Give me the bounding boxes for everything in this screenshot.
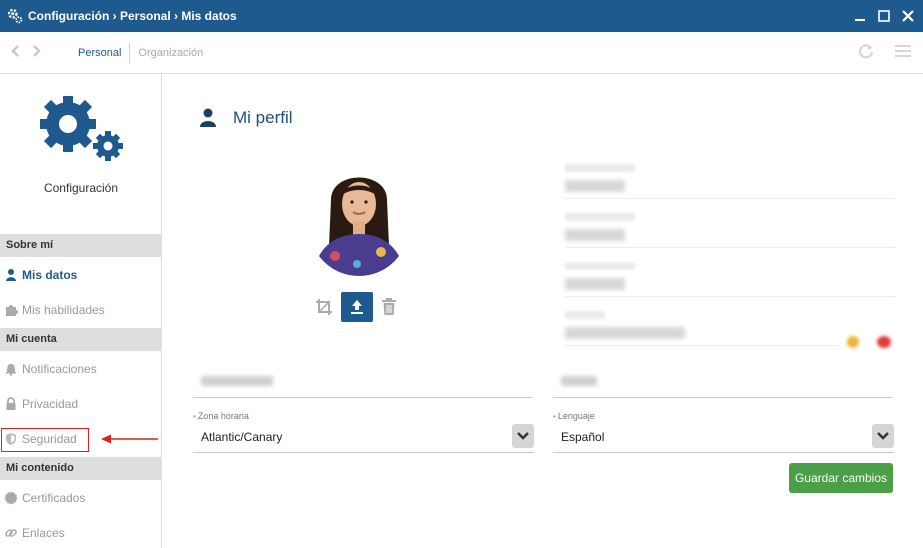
sidebar-item-privacidad[interactable]: Privacidad [0, 389, 162, 419]
user-icon [4, 268, 18, 282]
sidebar: Configuración Sobre mí Mis datos Mis hab… [0, 74, 162, 548]
window-title: Configuración › Personal › Mis datos [28, 9, 237, 23]
lock-icon [4, 397, 18, 411]
status-dot-icon [847, 336, 859, 348]
highlight-box [1, 428, 89, 452]
minimize-icon[interactable] [853, 9, 867, 23]
timezone-select[interactable]: • Zona horaria Atlantic/Canary [193, 411, 534, 453]
sidebar-item-mis-habilidades[interactable]: Mis habilidades [0, 295, 162, 325]
sidebar-item-mis-datos[interactable]: Mis datos [0, 260, 162, 290]
field-underline [565, 345, 840, 346]
back-arrow-icon[interactable] [10, 44, 20, 61]
red-arrow-icon [101, 434, 158, 444]
field-underline [565, 296, 895, 297]
status-dot-icon [877, 336, 891, 348]
maximize-icon[interactable] [877, 9, 891, 23]
field-label [565, 213, 635, 221]
language-label: • Lenguaje [553, 411, 595, 421]
field-underline [565, 247, 895, 248]
field-underline [565, 198, 895, 199]
redacted-placeholder [561, 376, 597, 386]
user-icon [199, 108, 217, 128]
section-header-mi-cuenta: Mi cuenta [0, 328, 162, 351]
upload-icon [351, 300, 363, 314]
position-input[interactable] [553, 368, 893, 398]
sidebar-item-label: Privacidad [22, 397, 79, 411]
redacted-field-second-surname[interactable] [565, 262, 895, 297]
redacted-field-first-surname[interactable] [565, 213, 895, 248]
sidebar-item-enlaces[interactable]: Enlaces [0, 518, 162, 548]
redacted-field-name[interactable] [565, 164, 895, 199]
sidebar-item-label: Mis habilidades [22, 303, 105, 317]
profile-heading: Mi perfil [199, 108, 293, 128]
department-input[interactable] [193, 368, 533, 398]
gears-icon [7, 8, 23, 24]
forward-arrow-icon[interactable] [32, 44, 42, 61]
section-header-sobre-mi: Sobre mí [0, 234, 162, 257]
tab-personal[interactable]: Personal [70, 42, 131, 63]
sidebar-item-label: Certificados [22, 491, 86, 505]
save-button[interactable]: Guardar cambios [789, 463, 893, 493]
photo-tools [315, 292, 399, 322]
chevron-down-icon[interactable] [872, 424, 894, 448]
close-icon[interactable] [901, 9, 915, 23]
settings-gears-icon [40, 96, 123, 161]
link-icon [4, 526, 18, 540]
sidebar-item-certificados[interactable]: Certificados [0, 483, 162, 513]
certificate-icon [4, 491, 18, 505]
field-value [565, 278, 625, 290]
field-label [565, 262, 635, 270]
field-label [565, 311, 605, 319]
sidebar-item-label: Notificaciones [22, 362, 97, 376]
toolbar: Personal Organización [0, 32, 923, 74]
upload-button[interactable] [341, 292, 373, 322]
app-label: Configuración [43, 181, 119, 195]
timezone-value: Atlantic/Canary [201, 430, 283, 444]
main-content: Mi perfil • Zona horaria Atlantic/Canary… [163, 74, 923, 548]
redacted-placeholder [201, 376, 273, 386]
timezone-label: • Zona horaria [193, 411, 249, 421]
language-value: Español [561, 430, 605, 444]
language-select[interactable]: • Lenguaje Español [553, 411, 894, 453]
field-value [565, 180, 625, 192]
title-bar: Configuración › Personal › Mis datos [0, 0, 923, 32]
tab-organizacion[interactable]: Organización [130, 43, 211, 63]
nav-arrows [10, 44, 68, 61]
puzzle-icon [4, 303, 18, 317]
menu-icon[interactable] [895, 44, 911, 63]
window-controls [853, 0, 915, 32]
sidebar-item-label: Enlaces [22, 526, 65, 540]
redacted-field-email[interactable] [565, 311, 840, 346]
chevron-down-icon[interactable] [512, 424, 534, 448]
section-header-mi-contenido: Mi contenido [0, 457, 162, 480]
refresh-icon[interactable] [857, 42, 875, 65]
sidebar-item-notificaciones[interactable]: Notificaciones [0, 354, 162, 384]
avatar[interactable] [309, 160, 409, 276]
page-title: Mi perfil [233, 108, 293, 127]
trash-icon[interactable] [381, 298, 399, 316]
crop-icon[interactable] [315, 298, 333, 316]
field-value [565, 229, 625, 241]
sidebar-item-label: Mis datos [22, 268, 78, 282]
toolbar-right [857, 32, 911, 74]
field-value [565, 327, 685, 339]
bell-icon [4, 362, 18, 376]
field-label [565, 164, 635, 172]
